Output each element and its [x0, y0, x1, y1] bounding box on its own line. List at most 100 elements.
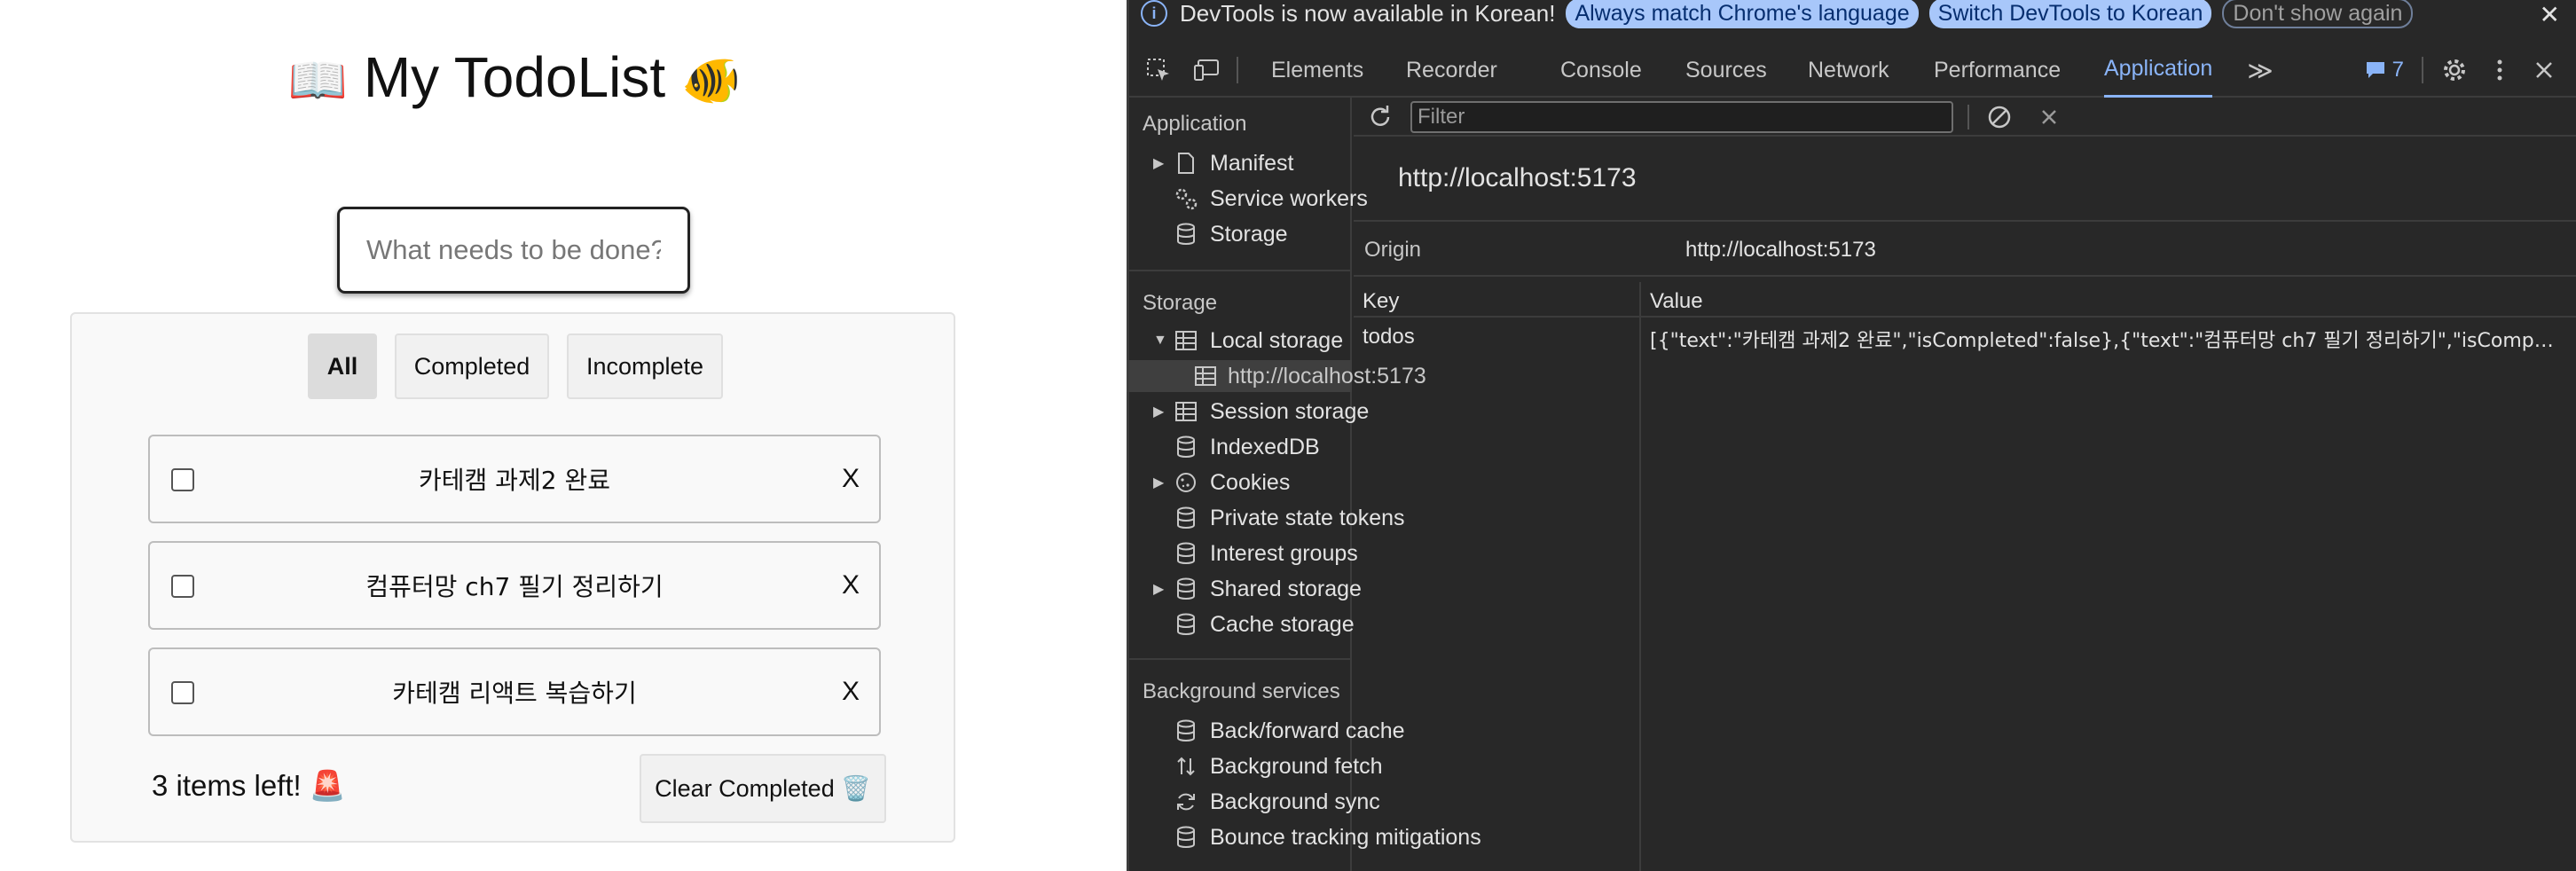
issues-count: 7	[2391, 58, 2405, 82]
match-language-button[interactable]: Always match Chrome's language	[1566, 0, 1919, 28]
inspect-element-icon[interactable]	[1143, 43, 1174, 98]
todo-delete-button[interactable]: X	[842, 649, 860, 734]
sidebar-item-service-workers[interactable]: Service workers	[1173, 183, 1368, 215]
sidebar-item-background-fetch[interactable]: Background fetch	[1173, 750, 1383, 782]
kebab-menu-icon[interactable]	[2484, 43, 2516, 98]
settings-gear-icon[interactable]	[2438, 43, 2471, 98]
column-header-value[interactable]: Value	[1650, 289, 1703, 314]
local-storage-view: http://localhost:5173 Origin http://loca…	[1354, 98, 2576, 871]
todo-checkbox[interactable]	[171, 681, 194, 704]
filter-all-button[interactable]: All	[308, 333, 377, 399]
filter-completed-button[interactable]: Completed	[395, 333, 549, 399]
tab-elements[interactable]: Elements	[1271, 43, 1363, 98]
sidebar-item-interest-groups[interactable]: Interest groups	[1173, 538, 1358, 569]
sidebar-item-cookies[interactable]: ▶ Cookies	[1153, 467, 1290, 498]
filter-incomplete-button[interactable]: Incomplete	[567, 333, 723, 399]
collapse-arrow-icon[interactable]: ▼	[1153, 333, 1173, 349]
infobar-close-icon[interactable]: ✕	[2540, 0, 2560, 29]
tab-application[interactable]: Application	[2104, 43, 2213, 98]
sidebar-item-shared-storage[interactable]: ▶ Shared storage	[1153, 573, 1362, 605]
sidebar-item-label: Cookies	[1210, 469, 1291, 495]
sidebar-item-session-storage[interactable]: ▶ Session storage	[1153, 396, 1369, 428]
cookie-icon	[1173, 471, 1199, 494]
app-title: 📖 My TodoList 🐠	[0, 44, 1029, 110]
updown-arrows-icon	[1173, 755, 1199, 778]
table-icon	[1173, 329, 1199, 352]
expand-arrow-icon[interactable]: ▶	[1153, 580, 1173, 598]
switch-korean-button[interactable]: Switch DevTools to Korean	[1928, 0, 2212, 28]
clear-completed-button[interactable]: Clear Completed 🗑️	[640, 754, 886, 823]
tabbar-separator	[1237, 57, 1238, 83]
application-sidebar: Application ▶ Manifest Service workers S…	[1127, 98, 1481, 871]
new-todo-input[interactable]	[337, 207, 690, 294]
sync-icon	[1173, 790, 1199, 813]
todo-app: 📖 My TodoList 🐠 All Completed Incomplete…	[0, 0, 1127, 871]
sidebar-item-background-sync[interactable]: Background sync	[1173, 786, 1380, 818]
database-icon	[1173, 613, 1199, 636]
expand-arrow-icon[interactable]: ▶	[1153, 154, 1173, 172]
sidebar-item-label: Manifest	[1210, 150, 1294, 176]
info-icon: i	[1141, 0, 1167, 27]
sidebar-item-manifest[interactable]: ▶ Manifest	[1153, 147, 1293, 179]
database-icon	[1173, 826, 1199, 849]
storage-table-header: Key Value	[1354, 282, 2576, 318]
tab-recorder[interactable]: Recorder	[1406, 43, 1497, 98]
todo-text: 컴퓨터망 ch7 필기 정리하기	[365, 572, 664, 601]
sidebar-item-label: Storage	[1210, 221, 1288, 247]
todo-panel: All Completed Incomplete 카테캠 과제2 완료 X 컴퓨…	[70, 312, 955, 843]
tabbar-separator	[2422, 57, 2423, 83]
sidebar-item-cache-storage[interactable]: Cache storage	[1173, 608, 1355, 640]
storage-filter-input[interactable]	[1410, 101, 1953, 133]
device-toolbar-icon[interactable]	[1190, 43, 1226, 98]
row-key[interactable]: todos	[1363, 325, 1415, 349]
todo-delete-button[interactable]: X	[842, 543, 860, 628]
close-devtools-icon[interactable]	[2528, 43, 2560, 98]
sidebar-divider	[1127, 270, 1352, 271]
todo-checkbox[interactable]	[171, 468, 194, 491]
sidebar-item-localhost-local[interactable]: http://localhost:5173	[1127, 360, 1426, 392]
sidebar-header-application: Application	[1143, 112, 1247, 136]
database-icon	[1173, 542, 1199, 565]
table-row[interactable]: todos [{"text":"카테캠 과제2 완료","isCompleted…	[1354, 319, 2576, 355]
todo-delete-button[interactable]: X	[842, 436, 860, 522]
origin-value: http://localhost:5173	[1685, 238, 1876, 262]
sidebar-header-background-services: Background services	[1143, 679, 1340, 703]
todo-item: 카테캠 리액트 복습하기 X	[148, 647, 881, 736]
sidebar-item-label: IndexedDB	[1210, 434, 1320, 459]
tab-console[interactable]: Console	[1560, 43, 1642, 98]
more-tabs-icon[interactable]: ≫	[2246, 43, 2274, 98]
sidebar-header-storage: Storage	[1143, 291, 1218, 315]
fish-emoji-icon: 🐠	[680, 52, 742, 108]
siren-emoji-icon: 🚨	[309, 768, 346, 803]
file-icon	[1173, 152, 1199, 175]
tab-performance[interactable]: Performance	[1934, 43, 2061, 98]
column-header-key[interactable]: Key	[1363, 289, 1399, 314]
sidebar-item-indexeddb[interactable]: IndexedDB	[1173, 431, 1320, 463]
sidebar-item-storage[interactable]: Storage	[1173, 218, 1288, 250]
todo-checkbox[interactable]	[171, 575, 194, 598]
delete-selected-icon[interactable]	[2035, 103, 2063, 131]
origin-heading: http://localhost:5173	[1398, 163, 1637, 192]
database-icon	[1173, 506, 1199, 530]
sidebar-item-local-storage[interactable]: ▼ Local storage	[1153, 325, 1343, 357]
clear-all-icon[interactable]	[1985, 103, 2014, 131]
sidebar-item-label: Interest groups	[1210, 540, 1358, 566]
sidebar-item-label: Shared storage	[1210, 576, 1362, 601]
items-left-text: 3 items left!	[152, 769, 302, 802]
dont-show-again-button[interactable]: Don't show again	[2222, 0, 2414, 28]
sidebar-item-label: Service workers	[1210, 185, 1368, 211]
column-resizer[interactable]	[1639, 282, 1641, 871]
clear-completed-label: Clear Completed	[655, 774, 835, 802]
tab-network[interactable]: Network	[1808, 43, 1889, 98]
todo-item: 카테캠 과제2 완료 X	[148, 435, 881, 523]
sidebar-item-label: Cache storage	[1210, 611, 1355, 637]
issues-counter[interactable]: 7	[2361, 43, 2407, 98]
tab-sources[interactable]: Sources	[1685, 43, 1767, 98]
row-value[interactable]: [{"text":"카테캠 과제2 완료","isCompleted":fals…	[1650, 325, 2555, 353]
toolbar-separator	[1967, 105, 1969, 129]
sidebar-item-label: Local storage	[1210, 327, 1344, 353]
devtools-panel: i DevTools is now available in Korean! A…	[1127, 0, 2576, 871]
expand-arrow-icon[interactable]: ▶	[1153, 474, 1173, 491]
expand-arrow-icon[interactable]: ▶	[1153, 403, 1173, 420]
refresh-icon[interactable]	[1366, 103, 1394, 131]
